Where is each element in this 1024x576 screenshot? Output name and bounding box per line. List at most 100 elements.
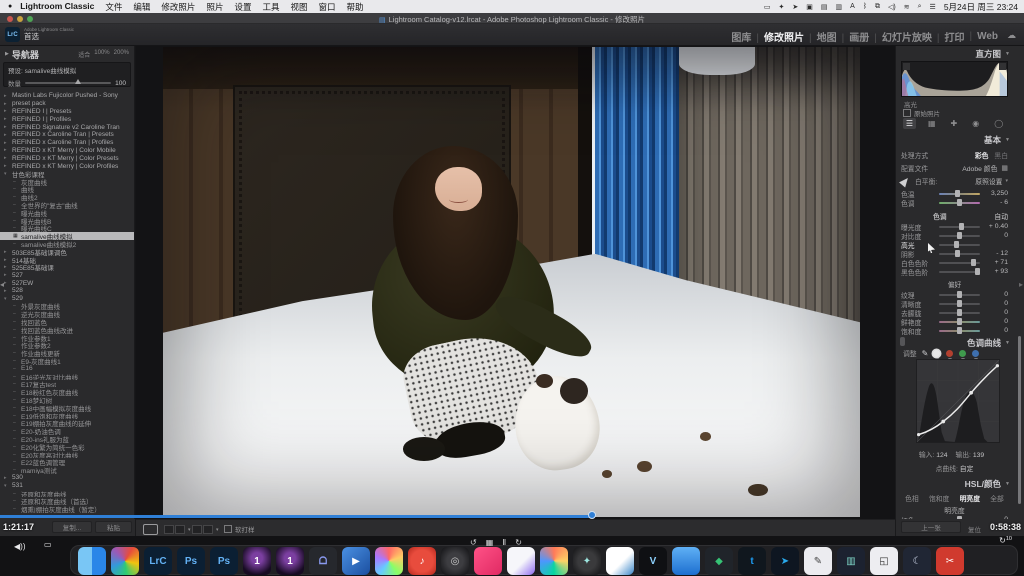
photo[interactable] [163,47,860,517]
preset-item[interactable]: – 曲线 [0,186,135,194]
preset-item[interactable]: – 还原和灰度曲线 [0,490,135,498]
slider-value[interactable]: 0 [984,309,1008,316]
slider-value[interactable]: - 6 [984,199,1008,206]
finder-icon[interactable] [78,547,106,575]
progress-bar[interactable] [0,515,594,518]
volume-icon[interactable]: ◁) [888,3,896,11]
preset-item[interactable]: ▸ REFINED Signature v2 Caroline Tran [0,123,135,131]
preset-item[interactable]: ▸ REFINED x KT Merry | Color Profiles [0,162,135,170]
preset-item[interactable]: – 逆光灰度曲线 [0,310,135,318]
navigator-header[interactable]: ▶ 导航器 适合100%200% [0,48,134,60]
preset-item[interactable]: ▸ preset pack [0,100,135,108]
bluetooth-icon[interactable]: ᛒ [863,3,867,10]
zoom-level[interactable]: 100% [94,50,109,59]
preset-item[interactable]: – mamiya测试 [0,466,135,474]
slider-track[interactable] [939,303,980,305]
slider-track[interactable] [939,321,980,323]
capture-one-icon[interactable]: 1 [243,547,271,575]
progress-knob[interactable] [588,511,596,519]
hsl-tab[interactable]: 色相 [905,493,919,503]
slider-knob[interactable] [957,327,962,334]
wifi-icon[interactable]: ≋ [904,3,910,11]
soft-proofing-checkbox[interactable]: 软打样 [224,524,255,534]
hsl-tab[interactable]: 全部 [990,493,1004,503]
module-tab[interactable]: Web [964,31,998,42]
preset-item[interactable]: ▸ 514基础 [0,256,135,264]
expand-app-icon[interactable]: ◱ [870,547,898,575]
slider-row[interactable]: 色调 - 6 [896,198,1013,207]
slider-track[interactable] [939,294,980,296]
profile-browser-icon[interactable]: ▦ [1001,164,1008,172]
show-original-checkbox[interactable]: 原始照片 [903,108,940,118]
slider-value[interactable]: 0 [984,318,1008,325]
preset-item[interactable]: ▾ 531 [0,482,135,490]
slider-value[interactable]: 0 [984,232,1008,239]
slider-value[interactable]: - 12 [984,250,1008,257]
menu-item[interactable]: 修改照片 [161,1,195,13]
preset-item[interactable]: – 找回蓝色曲线改进 [0,326,135,334]
wb-eyedropper-icon[interactable] [899,175,911,187]
point-curve-channel[interactable] [933,350,940,357]
preset-item[interactable]: – 曲线2 [0,193,135,201]
slider-track[interactable] [939,312,980,314]
slider-track[interactable] [939,202,980,204]
slider-row[interactable]: 黑色色阶 + 93 [896,267,1013,276]
tone-curve-graph[interactable] [916,359,1000,443]
speaker-icon[interactable]: ◀)) [14,542,25,551]
obs-icon[interactable]: ◎ [441,547,469,575]
preset-item[interactable]: ▸ 503E85基础课调色 [0,248,135,256]
preset-item[interactable]: – E19低饱和灰度曲线 [0,412,135,420]
slider-value[interactable]: + 71 [984,259,1008,266]
module-tab[interactable]: 修改照片 [751,29,804,44]
menubar-clock[interactable]: 5月24日 周三 23:24 [944,1,1018,13]
slider-value[interactable]: 3,250 [984,190,1008,197]
menu-item[interactable]: 文件 [105,1,122,13]
launchpad-icon[interactable] [111,547,139,575]
menu-item[interactable]: 照片 [206,1,223,13]
slider-knob[interactable] [957,309,962,316]
preset-item[interactable]: ▸ 525E85基础课 [0,264,135,272]
preset-item[interactable]: – 还原和灰度曲线（首选） [0,497,135,505]
hsl-panel-header[interactable]: HSL/颜色▼ [965,478,1010,490]
preset-item[interactable]: – E19棚拍灰度曲线的延伸 [0,419,135,427]
grid-icon[interactable]: ▤ [821,3,828,11]
slider-track[interactable] [939,235,980,237]
preset-item[interactable]: ▾ 甘色彩课程 [0,170,135,178]
users-icon[interactable]: ▥ [836,3,843,11]
final-cut-pro-icon[interactable]: ✦ [573,547,601,575]
green-channel[interactable] [959,350,966,357]
screen-mirror-icon[interactable]: ▭ [764,3,771,11]
amount-slider-knob[interactable] [75,79,81,84]
right-panel-scrollbar[interactable] [1018,336,1021,504]
slider-knob[interactable] [957,300,962,307]
sync-badge[interactable]: ↻10 [999,536,1012,545]
targeted-adjustment-icon[interactable]: ✎ [922,349,929,358]
slider-knob[interactable] [959,223,964,230]
preset-item[interactable]: – E17复古test [0,380,135,388]
app-icon[interactable]: ✦ [779,3,785,11]
loupe-view-icon[interactable] [143,524,158,535]
redeye-icon[interactable]: ◉ [969,118,982,129]
preset-item[interactable]: ▸ REFINED I | Presets [0,108,135,116]
slider-knob[interactable] [957,199,962,206]
slider-value[interactable]: 0 [984,300,1008,307]
apple-menu-icon[interactable]: ● [8,3,12,10]
preset-item[interactable]: ▸ 527EW [0,279,135,287]
preset-item[interactable]: – 作业参数1 [0,334,135,342]
weather-app-icon[interactable]: ☾ [903,547,931,575]
v-app-icon[interactable]: V [639,547,667,575]
amount-slider[interactable] [25,82,111,84]
preset-item[interactable]: ▸ 527 [0,271,135,279]
preset-item[interactable]: ▸ 530 [0,474,135,482]
copy-settings-button[interactable]: 复制... [52,521,92,533]
menu-item[interactable]: 工具 [262,1,279,13]
menu-item[interactable]: Lightroom Classic [20,1,94,13]
design-app-icon[interactable] [507,547,535,575]
profile-value[interactable]: Adobe 颜色 [962,163,997,173]
crop-icon[interactable]: ▦ [925,118,939,129]
preset-item[interactable]: – E9-灰度曲线1 [0,357,135,365]
module-tab[interactable]: 画册 [837,29,870,44]
red-channel[interactable] [946,350,953,357]
wb-value[interactable]: 原照设置 [975,176,1002,186]
preset-item[interactable]: – samalive曲线模拟2 [0,240,135,248]
